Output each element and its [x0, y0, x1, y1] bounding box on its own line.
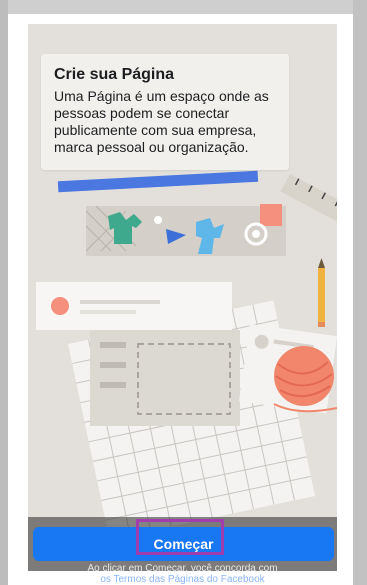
terms-notice: Ao clicar em Começar, você concorda com … — [28, 563, 337, 585]
background-top — [0, 0, 367, 14]
background-left — [0, 0, 8, 585]
get-started-button[interactable]: Começar — [33, 527, 334, 561]
info-callout: Crie sua Página Uma Página é um espaço o… — [41, 54, 289, 170]
terms-link[interactable]: os Termos das Páginas do Facebook — [100, 574, 264, 585]
page-illustration: Crie sua Página Uma Página é um espaço o… — [28, 24, 337, 571]
terms-prefix: Ao clicar em Começar, você concorda com — [87, 563, 278, 574]
background-right — [353, 0, 367, 585]
page-description: Uma Página é um espaço onde as pessoas p… — [54, 88, 269, 155]
page-title: Crie sua Página — [54, 66, 175, 83]
